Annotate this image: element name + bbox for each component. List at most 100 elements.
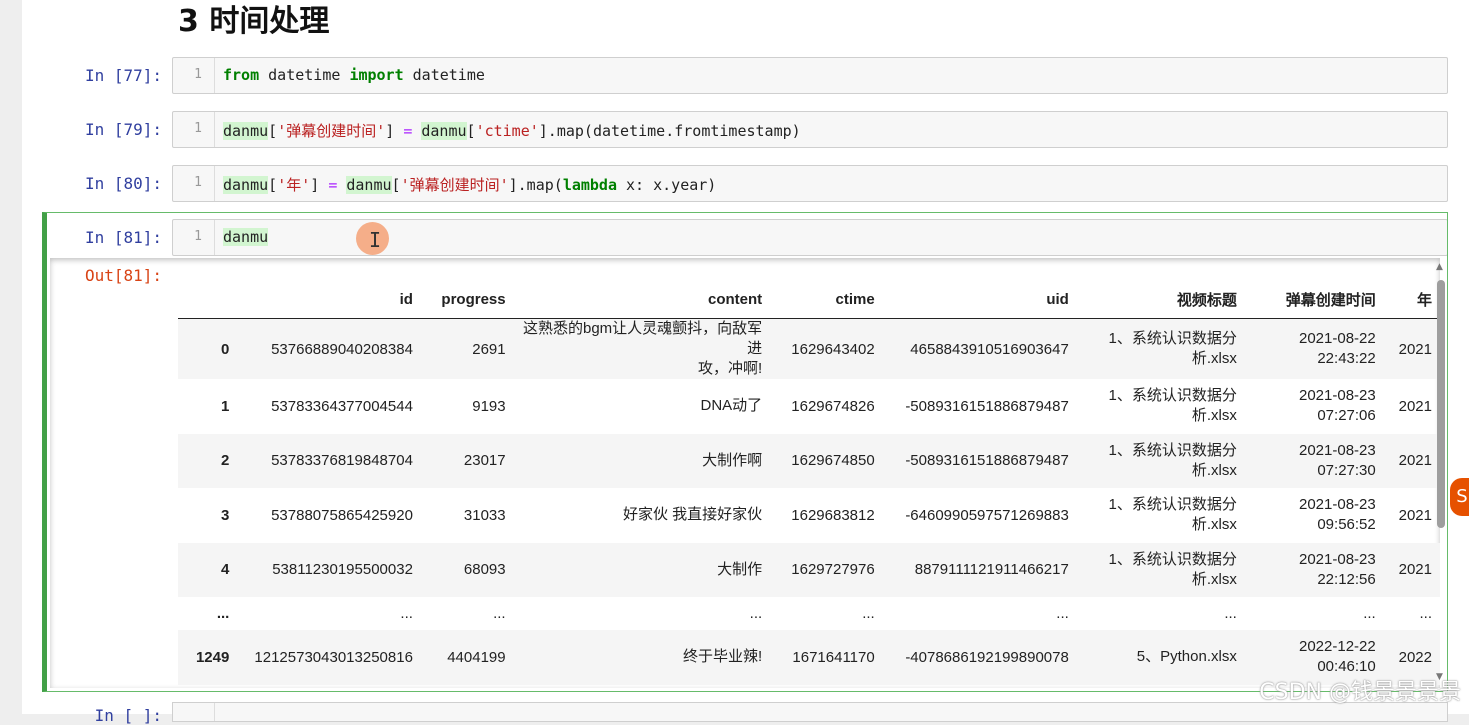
ellipsis-cell: ... bbox=[1363, 605, 1376, 622]
code-cell-input[interactable]: 1 danmu['弹幕创建时间'] = danmu['ctime'].map(da… bbox=[172, 111, 1448, 148]
line-number: 1 bbox=[194, 121, 202, 136]
cell-text-line: 这熟悉的bgm让人灵魂颤抖，向敌军进 bbox=[523, 320, 763, 357]
column-header: 弹幕创建时间 bbox=[1244, 280, 1384, 319]
side-widget-icon[interactable]: S bbox=[1450, 478, 1469, 516]
table-body: 0 53766889040208384 2691 这熟悉的bgm让人灵魂颤抖，向敌军进… bbox=[178, 318, 1440, 685]
cell-year: 2021 bbox=[1398, 397, 1432, 415]
next-gutter bbox=[173, 703, 215, 721]
cell-content: 这熟悉的bgm让人灵魂颤抖，向敌军进 攻，冲啊! bbox=[514, 319, 771, 380]
input-prompt: In [77]: bbox=[84, 66, 162, 85]
next-cell-prompt: In [ ]: bbox=[94, 706, 162, 725]
code-token: [ bbox=[391, 176, 401, 194]
code-cell-input[interactable]: 1 from datetime import datetime bbox=[172, 57, 1448, 94]
code-token: danmu bbox=[346, 176, 392, 194]
cell-progress: 2691 bbox=[472, 340, 506, 358]
code-token: danmu bbox=[223, 176, 269, 194]
row-index: 1 bbox=[221, 397, 230, 415]
line-number: 1 bbox=[194, 67, 202, 82]
cell-text-line: 5、Python.xlsx bbox=[1136, 648, 1237, 666]
code-token: [ bbox=[268, 122, 278, 140]
section-heading: 3 时间处理 bbox=[178, 4, 330, 39]
dataframe-table: id progress content ctime uid 视频标题 弹幕创建时间年 0 53… bbox=[178, 280, 1440, 685]
watermark: CSDN @钱景景景景 bbox=[1259, 680, 1461, 705]
cell-created-time: 2021-08-23 09:56:52 bbox=[1245, 488, 1384, 543]
column-header: content bbox=[513, 280, 771, 319]
cell-text-line: DNA动了 bbox=[700, 397, 763, 415]
cell-video-title: 1、系统认识数据分 析.xlsx bbox=[1077, 379, 1245, 434]
ellipsis-cell: ... bbox=[1056, 605, 1069, 622]
ellipsis-cell: ... bbox=[1419, 605, 1432, 622]
cell-id: 1212573043013250816 bbox=[254, 648, 413, 666]
cell-text-line: 2021-08-23 bbox=[1299, 496, 1376, 514]
column-header: uid bbox=[882, 280, 1077, 319]
cell-uid: 4658843910516903647 bbox=[910, 340, 1069, 358]
cell-video-title: 1、系统认识数据分 析.xlsx bbox=[1077, 488, 1245, 543]
code-token: [ bbox=[268, 176, 278, 194]
code-line[interactable]: from datetime import datetime bbox=[223, 66, 485, 84]
cell-progress: 31033 bbox=[463, 506, 506, 524]
cell-created-time: 2021-08-23 07:27:06 bbox=[1245, 379, 1384, 434]
cell-year: 2021 bbox=[1398, 506, 1432, 524]
code-token: ].map(datetime.fromtimestamp) bbox=[538, 122, 801, 140]
line-number: 1 bbox=[194, 175, 202, 190]
cell-progress: 9193 bbox=[472, 397, 506, 415]
cell-text-line: 1、系统认识数据分 bbox=[1108, 496, 1237, 514]
cell-ctime: 1629683812 bbox=[791, 506, 875, 524]
row-index: 2 bbox=[221, 452, 230, 470]
line-number-gutter: 1 bbox=[173, 58, 215, 93]
cell-text-line: 22:43:22 bbox=[1317, 350, 1376, 367]
cell-text-line: 1、系统认识数据分 bbox=[1108, 441, 1237, 459]
cell-video-title: 1、系统认识数据分 析.xlsx bbox=[1077, 543, 1245, 598]
table-header-row: id progress content ctime uid 视频标题 弹幕创建时间年 bbox=[178, 280, 1440, 319]
ellipsis-cell: ... bbox=[493, 605, 506, 622]
code-line[interactable]: danmu['弹幕创建时间'] = danmu['ctime'].map(dat… bbox=[223, 120, 801, 141]
cell-content: 大制作 bbox=[514, 543, 771, 598]
cell-content: 大制作啊 bbox=[514, 434, 771, 489]
cell-content: DNA动了 bbox=[514, 379, 771, 434]
output-scrollbar[interactable]: ▲ ▼ bbox=[1434, 262, 1447, 682]
scroll-up-arrow-icon[interactable]: ▲ bbox=[1436, 262, 1443, 272]
cell-year: 2021 bbox=[1398, 452, 1432, 470]
cell-ctime: 1629727976 bbox=[791, 561, 875, 579]
row-index: 0 bbox=[221, 340, 230, 358]
row-index: 4 bbox=[221, 561, 230, 579]
code-cell-input[interactable]: 1 danmu['年'] = danmu['弹幕创建时间'].map(lambda… bbox=[172, 165, 1448, 202]
code-token: datetime bbox=[403, 66, 485, 84]
code-token: danmu bbox=[421, 122, 467, 140]
input-prompt: In [80]: bbox=[84, 174, 162, 193]
code-token: danmu bbox=[223, 122, 269, 140]
code-token: from bbox=[223, 66, 260, 84]
code-token: '弹幕创建时间' bbox=[400, 176, 509, 194]
ellipsis-cell: ... bbox=[749, 605, 763, 622]
cell-ctime: 1629643402 bbox=[791, 340, 875, 358]
cell-text-line: 好家伙 我直接好家伙 bbox=[623, 506, 763, 524]
ellipsis-row: ........................... bbox=[178, 597, 1440, 630]
line-number-gutter: 1 bbox=[173, 166, 215, 201]
column-header: progress bbox=[420, 280, 514, 319]
code-token: 'ctime' bbox=[475, 122, 539, 140]
output-area: id progress content ctime uid 视频标题 弹幕创建时间年 0 53… bbox=[50, 258, 1440, 688]
ellipsis-cell: ... bbox=[862, 605, 875, 622]
table-row: 4 53811230195500032 68093 大制作 1629727976 8879… bbox=[178, 542, 1440, 598]
ellipsis-cell: ... bbox=[216, 605, 230, 622]
column-header: 年 bbox=[1383, 280, 1440, 319]
next-code-cell[interactable] bbox=[172, 702, 1448, 722]
code-line[interactable]: danmu['年'] = danmu['弹幕创建时间'].map(lambda … bbox=[223, 174, 716, 195]
column-header bbox=[178, 280, 238, 319]
code-token: = bbox=[403, 122, 413, 140]
table-row: 3 53788075865425920 31033 好家伙 我直接好家伙 1629683… bbox=[178, 488, 1440, 543]
cell-progress: 68093 bbox=[463, 561, 506, 579]
input-prompt: In [79]: bbox=[84, 120, 162, 139]
code-token: datetime bbox=[259, 66, 350, 84]
code-token: ] bbox=[310, 176, 329, 194]
table-row: 1 53783364377004544 9193 DNA动了 1629674826 -50… bbox=[178, 379, 1440, 434]
cell-text-line: 22:12:56 bbox=[1317, 570, 1376, 588]
cell-text-line: 2021-08-23 bbox=[1299, 387, 1376, 405]
code-token: ] bbox=[385, 122, 404, 140]
code-token: '年' bbox=[277, 176, 311, 194]
cell-text-line: 07:27:30 bbox=[1317, 461, 1376, 479]
cell-text-line: 析.xlsx bbox=[1191, 350, 1237, 367]
cell-text-line: 1、系统认识数据分 bbox=[1108, 387, 1237, 405]
scrollbar-thumb[interactable] bbox=[1437, 280, 1445, 528]
code-token: [ bbox=[466, 122, 476, 140]
